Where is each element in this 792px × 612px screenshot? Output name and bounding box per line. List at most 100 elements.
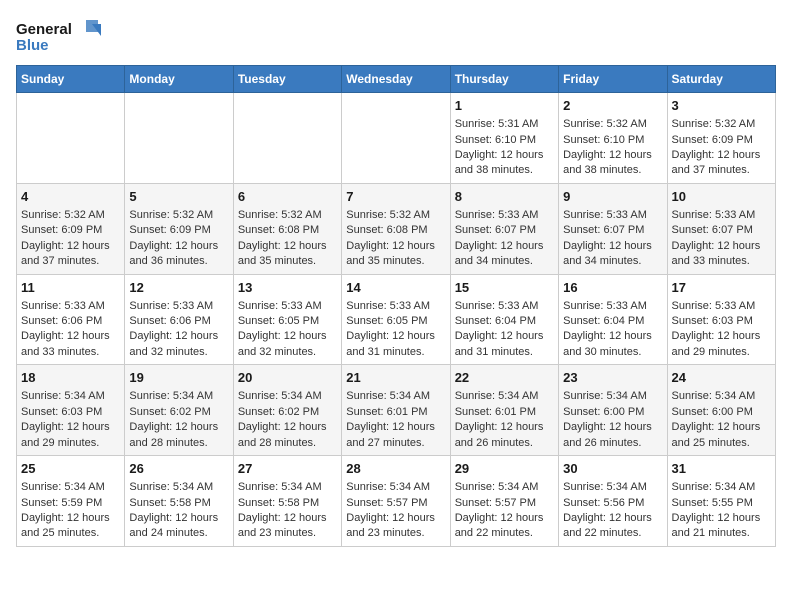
day-info: and 22 minutes. <box>455 526 554 541</box>
day-info: Daylight: 12 hours <box>455 420 554 435</box>
day-info: Sunset: 6:07 PM <box>672 223 771 238</box>
calendar-cell-1-5: 1Sunrise: 5:31 AMSunset: 6:10 PMDaylight… <box>450 93 558 184</box>
day-info: Daylight: 12 hours <box>346 329 445 344</box>
day-info: Sunrise: 5:33 AM <box>21 299 120 314</box>
day-info: Sunset: 6:03 PM <box>21 405 120 420</box>
day-info: Sunset: 6:01 PM <box>455 405 554 420</box>
svg-text:General: General <box>16 21 72 38</box>
header-day-friday: Friday <box>559 66 667 93</box>
day-info: Sunset: 5:55 PM <box>672 496 771 511</box>
day-info: and 29 minutes. <box>21 436 120 451</box>
day-info: Daylight: 12 hours <box>346 420 445 435</box>
calendar-cell-3-7: 17Sunrise: 5:33 AMSunset: 6:03 PMDayligh… <box>667 274 775 365</box>
calendar-cell-4-6: 23Sunrise: 5:34 AMSunset: 6:00 PMDayligh… <box>559 365 667 456</box>
day-info: Sunrise: 5:32 AM <box>346 208 445 223</box>
day-info: Sunrise: 5:31 AM <box>455 117 554 132</box>
day-info: and 28 minutes. <box>238 436 337 451</box>
day-number: 3 <box>672 97 771 115</box>
day-info: Daylight: 12 hours <box>563 148 662 163</box>
day-number: 13 <box>238 279 337 297</box>
day-info: and 36 minutes. <box>129 254 228 269</box>
day-info: and 23 minutes. <box>346 526 445 541</box>
day-info: Sunrise: 5:33 AM <box>455 299 554 314</box>
day-info: and 33 minutes. <box>672 254 771 269</box>
header-day-saturday: Saturday <box>667 66 775 93</box>
day-info: and 24 minutes. <box>129 526 228 541</box>
calendar-cell-5-7: 31Sunrise: 5:34 AMSunset: 5:55 PMDayligh… <box>667 456 775 547</box>
day-info: and 38 minutes. <box>563 163 662 178</box>
day-info: and 33 minutes. <box>21 345 120 360</box>
header-day-tuesday: Tuesday <box>233 66 341 93</box>
day-info: Sunrise: 5:34 AM <box>238 480 337 495</box>
day-number: 28 <box>346 460 445 478</box>
day-info: Daylight: 12 hours <box>21 420 120 435</box>
calendar-cell-1-3 <box>233 93 341 184</box>
day-info: Daylight: 12 hours <box>672 511 771 526</box>
day-number: 12 <box>129 279 228 297</box>
day-info: and 27 minutes. <box>346 436 445 451</box>
calendar-cell-4-7: 24Sunrise: 5:34 AMSunset: 6:00 PMDayligh… <box>667 365 775 456</box>
day-info: and 35 minutes. <box>238 254 337 269</box>
calendar-week-1: 1 Sunrise: 5:31 AMSunset: 6:10 PM Daylight… <box>17 93 776 184</box>
day-info: Sunrise: 5:33 AM <box>455 208 554 223</box>
day-info: Daylight: 12 hours <box>346 239 445 254</box>
day-info: and 23 minutes. <box>238 526 337 541</box>
calendar-cell-2-2: 5Sunrise: 5:32 AMSunset: 6:09 PMDaylight… <box>125 183 233 274</box>
day-info: Sunset: 6:05 PM <box>238 314 337 329</box>
calendar-cell-5-2: 26Sunrise: 5:34 AMSunset: 5:58 PMDayligh… <box>125 456 233 547</box>
day-info: and 26 minutes. <box>563 436 662 451</box>
day-info: Daylight: 12 hours <box>455 239 554 254</box>
calendar-cell-1-4 <box>342 93 450 184</box>
calendar-cell-2-7: 10Sunrise: 5:33 AMSunset: 6:07 PMDayligh… <box>667 183 775 274</box>
day-number: 4 <box>21 188 120 206</box>
header-row: SundayMondayTuesdayWednesdayThursdayFrid… <box>17 66 776 93</box>
day-info: Sunrise: 5:32 AM <box>238 208 337 223</box>
day-info: Sunset: 6:09 PM <box>21 223 120 238</box>
day-number: 1 <box>455 97 554 115</box>
day-info: Daylight: 12 hours <box>238 239 337 254</box>
day-info: Sunset: 5:57 PM <box>346 496 445 511</box>
day-number: 6 <box>238 188 337 206</box>
day-number: 21 <box>346 369 445 387</box>
day-info: and 31 minutes. <box>346 345 445 360</box>
day-number: 19 <box>129 369 228 387</box>
day-info: Sunset: 5:57 PM <box>455 496 554 511</box>
day-info: and 29 minutes. <box>672 345 771 360</box>
day-info: Sunrise: 5:34 AM <box>129 389 228 404</box>
day-info: Sunset: 6:08 PM <box>346 223 445 238</box>
day-info: and 35 minutes. <box>346 254 445 269</box>
calendar-cell-3-6: 16Sunrise: 5:33 AMSunset: 6:04 PMDayligh… <box>559 274 667 365</box>
day-info: Daylight: 12 hours <box>129 239 228 254</box>
day-number: 14 <box>346 279 445 297</box>
day-number: 2 <box>563 97 662 115</box>
calendar-cell-3-4: 14Sunrise: 5:33 AMSunset: 6:05 PMDayligh… <box>342 274 450 365</box>
day-info: Sunset: 6:07 PM <box>563 223 662 238</box>
day-info: Sunset: 6:01 PM <box>346 405 445 420</box>
day-number: 30 <box>563 460 662 478</box>
day-info: Sunset: 6:04 PM <box>563 314 662 329</box>
day-info: Sunrise: 5:34 AM <box>563 389 662 404</box>
day-info: and 21 minutes. <box>672 526 771 541</box>
day-info: Sunset: 6:10 PM <box>455 133 554 148</box>
calendar-cell-4-3: 20Sunrise: 5:34 AMSunset: 6:02 PMDayligh… <box>233 365 341 456</box>
calendar-week-5: 25Sunrise: 5:34 AMSunset: 5:59 PMDayligh… <box>17 456 776 547</box>
calendar-cell-3-1: 11Sunrise: 5:33 AMSunset: 6:06 PMDayligh… <box>17 274 125 365</box>
day-info: and 31 minutes. <box>455 345 554 360</box>
calendar-cell-5-4: 28Sunrise: 5:34 AMSunset: 5:57 PMDayligh… <box>342 456 450 547</box>
day-number: 7 <box>346 188 445 206</box>
header-day-wednesday: Wednesday <box>342 66 450 93</box>
day-number: 8 <box>455 188 554 206</box>
day-number: 24 <box>672 369 771 387</box>
day-info: Sunrise: 5:34 AM <box>455 389 554 404</box>
day-number: 20 <box>238 369 337 387</box>
day-info: Daylight: 12 hours <box>21 329 120 344</box>
calendar-cell-3-5: 15Sunrise: 5:33 AMSunset: 6:04 PMDayligh… <box>450 274 558 365</box>
day-number: 22 <box>455 369 554 387</box>
day-info: Sunrise: 5:34 AM <box>455 480 554 495</box>
day-info: Sunrise: 5:34 AM <box>672 480 771 495</box>
day-info: Daylight: 12 hours <box>563 420 662 435</box>
calendar-cell-4-4: 21Sunrise: 5:34 AMSunset: 6:01 PMDayligh… <box>342 365 450 456</box>
day-info: Daylight: 12 hours <box>238 420 337 435</box>
header: General Blue <box>16 16 776 61</box>
calendar-cell-3-3: 13Sunrise: 5:33 AMSunset: 6:05 PMDayligh… <box>233 274 341 365</box>
